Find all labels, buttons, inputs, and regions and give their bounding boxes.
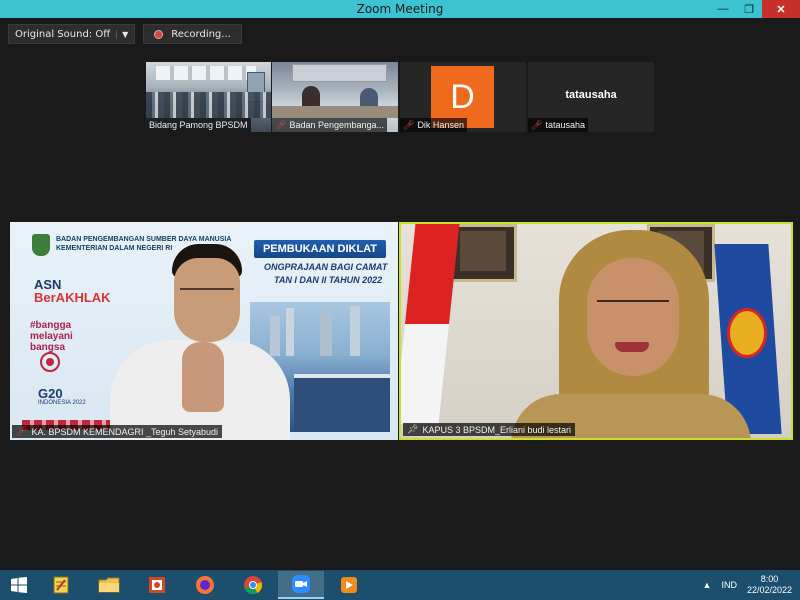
g20-text: G20: [38, 386, 63, 401]
bangga-line2: melayani: [30, 331, 73, 342]
room-banner: [292, 64, 387, 82]
participant-name-label: 📌︎ KAPUS 3 BPSDM_Erliani budi lestari: [403, 423, 575, 436]
face: [587, 258, 679, 376]
event-subtitle-2: TAN I DAN II TAHUN 2022: [274, 275, 383, 285]
mic-muted-icon: 🎤︎: [275, 119, 287, 130]
minimize-button[interactable]: —: [710, 0, 736, 18]
taskbar-notes[interactable]: [38, 571, 84, 599]
face: [174, 258, 240, 342]
g20-subtext: INDONESIA 2022: [38, 400, 86, 406]
windows-taskbar: ▲ IND 8:00 22/02/2022: [0, 570, 800, 600]
original-sound-button[interactable]: Original Sound: Off ▼: [8, 24, 136, 44]
bangga-melayani-logo: #bangga melayani bangsa: [30, 320, 73, 353]
audience: [146, 92, 271, 118]
clock-time: 8:00: [760, 574, 779, 584]
participant-thumbnail[interactable]: Bidang Pamong BPSDM: [146, 62, 271, 132]
indonesian-flag: [401, 224, 460, 424]
participant-name: KA. BPSDM KEMENDAGRI _Teguh Setyabudi: [31, 426, 219, 437]
system-tray: ▲ IND 8:00 22/02/2022: [703, 570, 792, 600]
notes-icon: [53, 576, 69, 594]
taskbar-powerpoint[interactable]: [134, 571, 180, 599]
participant-display-name: tatausaha: [565, 89, 617, 101]
taskbar-zoom[interactable]: [278, 571, 324, 599]
portrait-frame: [449, 224, 517, 282]
mic-muted-icon: 🎤︎: [531, 119, 543, 130]
glasses: [180, 288, 234, 300]
participant-name: Bidang Pamong BPSDM: [149, 120, 248, 130]
office-building: [294, 374, 390, 432]
taskbar-chrome[interactable]: [230, 571, 276, 599]
berakhlak-text: BerAKHLAK: [34, 290, 111, 305]
folder-icon: [98, 577, 120, 593]
participant-name: tatausaha: [545, 120, 585, 130]
clock[interactable]: 8:00 22/02/2022: [747, 574, 792, 596]
participant-name: KAPUS 3 BPSDM_Erliani budi lestari: [422, 424, 571, 435]
g20-emblem-icon: [40, 352, 60, 372]
regional-emblem-icon: [727, 308, 767, 358]
participant-name-label: Bidang Pamong BPSDM: [146, 118, 251, 132]
window-controls: — ❐ ✕: [710, 0, 800, 18]
chevron-down-icon[interactable]: ▼: [116, 29, 128, 39]
recording-label: Recording...: [171, 28, 231, 40]
tower: [320, 312, 332, 356]
meeting-toolbar: Original Sound: Off ▼ Recording...: [8, 24, 242, 44]
person: [302, 86, 320, 108]
participant-thumbnail[interactable]: D 🎤︎ Dik Hansen: [400, 62, 526, 132]
tower: [350, 306, 360, 356]
asn-berakhlak-logo: ASN BerAKHLAK: [34, 278, 111, 304]
portrait: [460, 231, 506, 271]
participant-name-label: 🎤︎ tatausaha: [528, 118, 588, 132]
participant-thumbnail[interactable]: 🎤︎ Badan Pengembanga...: [272, 62, 398, 132]
taskbar-file-explorer[interactable]: [86, 571, 132, 599]
clock-date: 22/02/2022: [746, 585, 792, 595]
pin-icon: 📌︎: [407, 424, 419, 434]
record-icon: [154, 29, 164, 39]
participant-name-label: 🎤︎ Dik Hansen: [400, 118, 467, 132]
taskbar-media-player[interactable]: [326, 571, 372, 599]
participant-name-label: 🎤︎ KA. BPSDM KEMENDAGRI _Teguh Setyabudi: [12, 425, 223, 438]
desk: [272, 106, 398, 118]
show-hidden-icons-button[interactable]: ▲: [703, 580, 712, 590]
bangga-line1: #bangga: [30, 320, 72, 331]
taskbar-firefox[interactable]: [182, 571, 228, 599]
zoom-icon: [292, 575, 310, 593]
ceiling-lights: [156, 66, 256, 80]
participant-name-label: 🎤︎ Badan Pengembanga...: [272, 118, 388, 132]
windows-logo-icon: [11, 577, 27, 593]
glasses: [597, 300, 669, 314]
clasped-hands: [182, 342, 224, 412]
speaker-person: [110, 244, 290, 440]
mic-muted-icon: 🎤︎: [403, 119, 415, 130]
recording-indicator[interactable]: Recording...: [143, 24, 242, 44]
person: [360, 88, 378, 108]
lips: [615, 342, 649, 352]
org-line1: BADAN PENGEMBANGAN SUMBER DAYA MANUSIA: [56, 236, 232, 243]
powerpoint-icon: [149, 577, 165, 593]
language-indicator[interactable]: IND: [721, 580, 737, 590]
original-sound-label: Original Sound: Off: [15, 28, 111, 40]
mic-muted-icon: 🎤︎: [16, 426, 28, 436]
window-title: Zoom Meeting: [356, 2, 444, 16]
close-button[interactable]: ✕: [762, 0, 800, 18]
media-player-icon: [341, 577, 357, 593]
window-titlebar: Zoom Meeting — ❐ ✕: [0, 0, 800, 18]
start-button[interactable]: [0, 570, 38, 600]
participant-thumbnail[interactable]: tatausaha 🎤︎ tatausaha: [528, 62, 654, 132]
kemendagri-logo: [32, 234, 50, 256]
firefox-icon: [196, 576, 214, 594]
video-tile-right-active-speaker[interactable]: 📌︎ KAPUS 3 BPSDM_Erliani budi lestari: [399, 222, 793, 440]
video-tile-left[interactable]: BADAN PENGEMBANGAN SUMBER DAYA MANUSIA K…: [10, 222, 398, 440]
chrome-icon: [244, 576, 263, 595]
participant-name: Badan Pengembanga...: [289, 120, 385, 130]
participant-name: Dik Hansen: [417, 120, 464, 130]
maximize-button[interactable]: ❐: [736, 0, 762, 18]
